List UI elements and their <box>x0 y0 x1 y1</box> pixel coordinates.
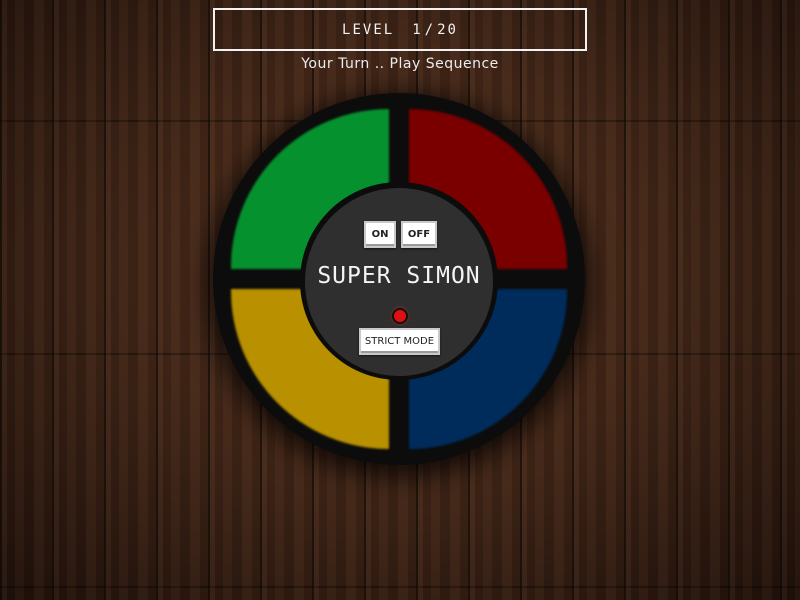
strict-mode-button[interactable]: STRICT MODE <box>359 328 440 355</box>
level-current: 1 <box>412 21 423 38</box>
turn-status: Your Turn .. Play Sequence <box>301 56 499 72</box>
level-display: LEVEL 1 / 20 <box>213 8 587 51</box>
strict-mode-indicator-led <box>392 308 408 324</box>
power-on-button[interactable]: ON <box>364 221 396 248</box>
level-total: 20 <box>437 21 458 38</box>
level-label: LEVEL <box>342 21 395 38</box>
level-separator: / <box>424 21 436 38</box>
power-off-button[interactable]: OFF <box>401 221 437 248</box>
simon-board: ON OFF SUPER SIMON STRICT MODE <box>213 93 585 465</box>
game-title: SUPER SIMON <box>317 263 481 289</box>
